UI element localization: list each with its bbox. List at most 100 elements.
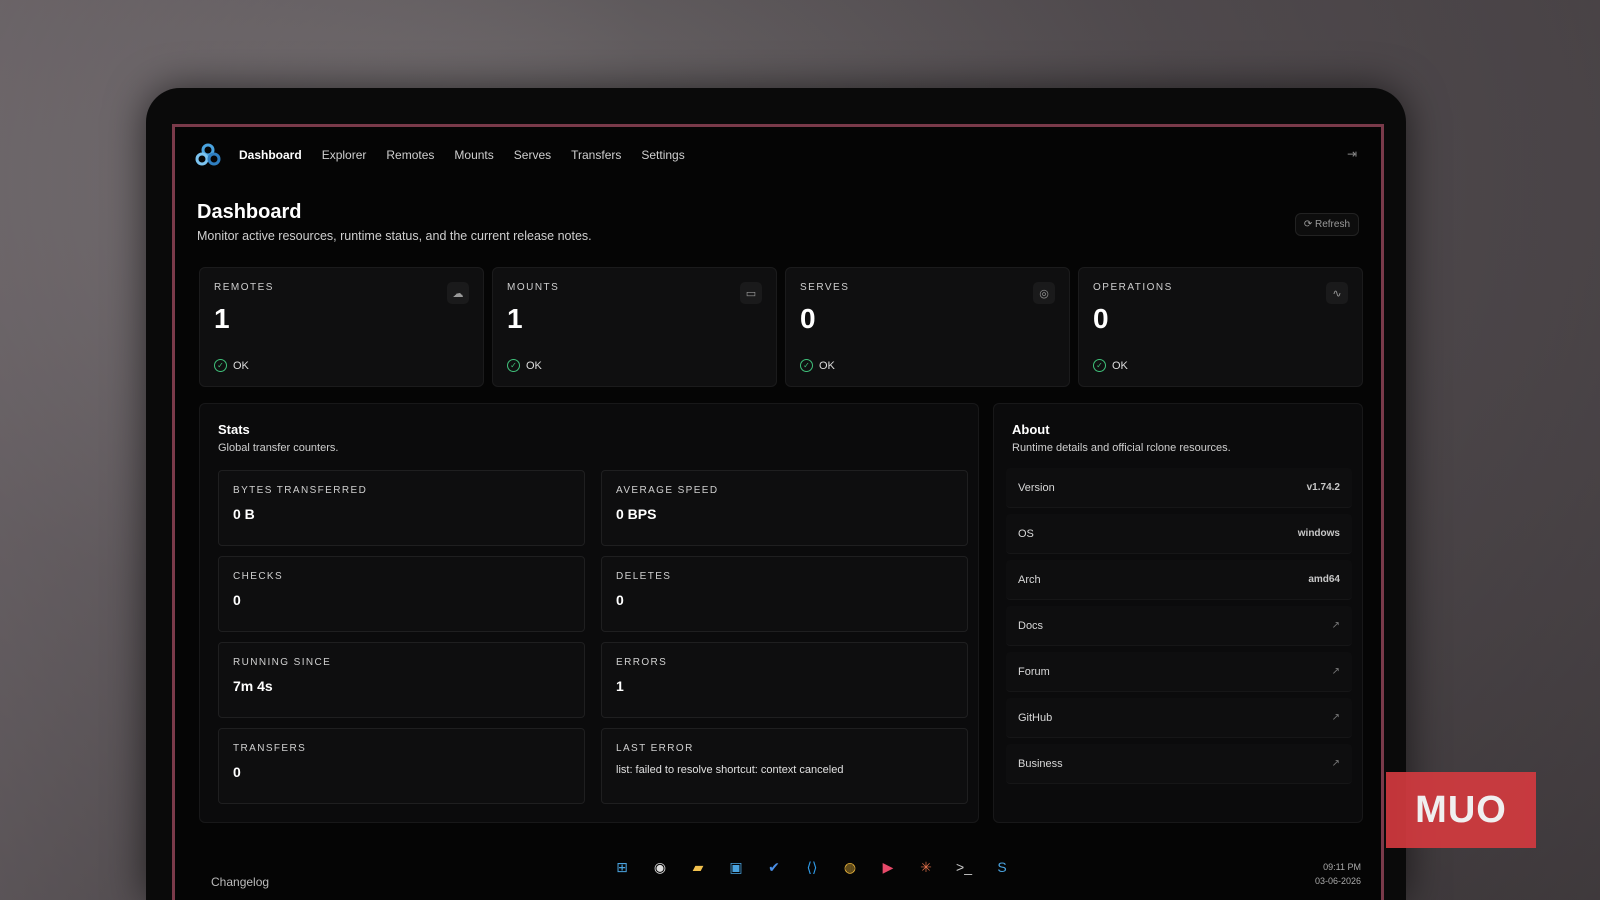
external-link-icon: ↗ (1331, 712, 1340, 723)
taskbar-clock: 09:11 PM 03-06-2026 (1315, 860, 1361, 888)
check-circle-icon: ✓ (1093, 359, 1106, 372)
stat-last-error: LAST ERROR list: failed to resolve short… (601, 728, 968, 804)
terminal-icon[interactable]: >_ (952, 855, 976, 879)
refresh-label: Refresh (1314, 219, 1350, 230)
about-subtitle: Runtime details and official rclone reso… (1012, 442, 1231, 454)
status-label: OK (233, 359, 249, 372)
media-player-icon[interactable]: ▶ (876, 855, 900, 879)
stat-deletes: DELETES 0 (601, 556, 968, 632)
stats-panel: Stats Global transfer counters. BYTES TR… (199, 403, 979, 823)
external-link-icon: ↗ (1331, 620, 1340, 631)
app-s-icon[interactable]: S (990, 855, 1014, 879)
status-ok: ✓ OK (507, 359, 542, 372)
about-row-version: Version v1.74.2 (1006, 468, 1352, 508)
stat-value: 0 BPS (616, 506, 657, 522)
stat-value: 0 (233, 592, 241, 608)
stat-value: 1 (616, 678, 624, 694)
search-icon[interactable]: ◉ (648, 855, 672, 879)
stat-label: AVERAGE SPEED (616, 485, 719, 496)
external-link-icon: ↗ (1331, 666, 1340, 677)
card-serves: SERVES 0 ◎ ✓ OK (785, 267, 1070, 387)
stats-title: Stats (218, 422, 250, 437)
card-label: OPERATIONS (1093, 282, 1173, 293)
stat-label: BYTES TRANSFERRED (233, 485, 368, 496)
refresh-button[interactable]: ⟳ Refresh (1294, 213, 1359, 236)
stat-value: 0 B (233, 506, 255, 522)
file-explorer-icon[interactable]: ▰ (686, 855, 710, 879)
stat-label: LAST ERROR (616, 743, 694, 754)
about-row-os: OS windows (1006, 514, 1352, 554)
todo-icon[interactable]: ✔ (762, 855, 786, 879)
changelog-heading: Changelog (211, 875, 270, 889)
taskbar: ⊞ ◉ ▰ ▣ ✔ ⟨⟩ ◍ ▶ ✳ >_ S (610, 855, 1014, 885)
windows-start-icon[interactable]: ⊞ (610, 855, 634, 879)
about-title: About (1012, 422, 1050, 437)
stat-value: 0 (616, 592, 624, 608)
about-label: Forum (1018, 665, 1050, 678)
metric-cards: REMOTES 1 ☁ ✓ OK MOUNTS 1 ▭ ✓ OK SERVES (199, 267, 1363, 387)
about-value: windows (1297, 528, 1340, 539)
stat-value: 7m 4s (233, 678, 273, 694)
about-label: GitHub (1018, 711, 1053, 724)
card-value: 1 (507, 303, 523, 334)
drive-icon: ▭ (740, 282, 762, 304)
about-link-forum[interactable]: Forum ↗ (1006, 652, 1352, 692)
status-ok: ✓ OK (800, 359, 835, 372)
nav-serves[interactable]: Serves (514, 148, 551, 162)
status-label: OK (1112, 359, 1128, 372)
about-row-arch: Arch amd64 (1006, 560, 1352, 600)
nav-settings[interactable]: Settings (641, 148, 684, 162)
stat-bytes-transferred: BYTES TRANSFERRED 0 B (218, 470, 585, 546)
stat-transfers: TRANSFERS 0 (218, 728, 585, 804)
nav-explorer[interactable]: Explorer (322, 148, 367, 162)
stats-grid: BYTES TRANSFERRED 0 B AVERAGE SPEED 0 BP… (218, 470, 968, 804)
logout-icon[interactable]: ⇥ (1347, 147, 1357, 161)
nav-mounts[interactable]: Mounts (454, 148, 493, 162)
app-window: Dashboard Explorer Remotes Mounts Serves… (172, 124, 1384, 900)
external-link-icon: ↗ (1331, 758, 1340, 769)
check-circle-icon: ✓ (800, 359, 813, 372)
card-label: REMOTES (214, 282, 274, 293)
stat-errors: ERRORS 1 (601, 642, 968, 718)
about-link-github[interactable]: GitHub ↗ (1006, 698, 1352, 738)
about-label: Business (1018, 757, 1063, 770)
stat-running-since: RUNNING SINCE 7m 4s (218, 642, 585, 718)
stat-average-speed: AVERAGE SPEED 0 BPS (601, 470, 968, 546)
laptop-bezel: Dashboard Explorer Remotes Mounts Serves… (146, 88, 1406, 900)
claude-icon[interactable]: ✳ (914, 855, 938, 879)
top-nav: Dashboard Explorer Remotes Mounts Serves… (175, 127, 1381, 183)
status-ok: ✓ OK (1093, 359, 1128, 372)
globe-icon: ◎ (1033, 282, 1055, 304)
check-circle-icon: ✓ (507, 359, 520, 372)
activity-icon: ∿ (1326, 282, 1348, 304)
about-link-business[interactable]: Business ↗ (1006, 744, 1352, 784)
nav-dashboard[interactable]: Dashboard (239, 148, 302, 162)
card-mounts: MOUNTS 1 ▭ ✓ OK (492, 267, 777, 387)
about-label: Arch (1018, 573, 1041, 586)
card-label: SERVES (800, 282, 850, 293)
stat-label: RUNNING SINCE (233, 657, 332, 668)
card-operations: OPERATIONS 0 ∿ ✓ OK (1078, 267, 1363, 387)
about-link-docs[interactable]: Docs ↗ (1006, 606, 1352, 646)
stat-label: CHECKS (233, 571, 284, 582)
check-circle-icon: ✓ (214, 359, 227, 372)
about-value: amd64 (1308, 574, 1340, 585)
nav-remotes[interactable]: Remotes (386, 148, 434, 162)
refresh-icon: ⟳ (1303, 219, 1313, 230)
store-icon[interactable]: ▣ (724, 855, 748, 879)
card-value: 0 (800, 303, 816, 334)
cloud-icon: ☁ (447, 282, 469, 304)
nav-transfers[interactable]: Transfers (571, 148, 621, 162)
stat-checks: CHECKS 0 (218, 556, 585, 632)
stat-label: DELETES (616, 571, 672, 582)
about-label: Docs (1018, 619, 1044, 632)
vscode-icon[interactable]: ⟨⟩ (800, 855, 824, 879)
muo-watermark-logo: MUO (1386, 772, 1536, 848)
clock-time: 09:11 PM (1323, 862, 1361, 872)
about-label: OS (1018, 527, 1034, 540)
stat-value: 0 (233, 764, 241, 780)
stat-label: TRANSFERS (233, 743, 307, 754)
chrome-icon[interactable]: ◍ (838, 855, 862, 879)
stats-subtitle: Global transfer counters. (218, 442, 339, 454)
card-value: 0 (1093, 303, 1109, 334)
